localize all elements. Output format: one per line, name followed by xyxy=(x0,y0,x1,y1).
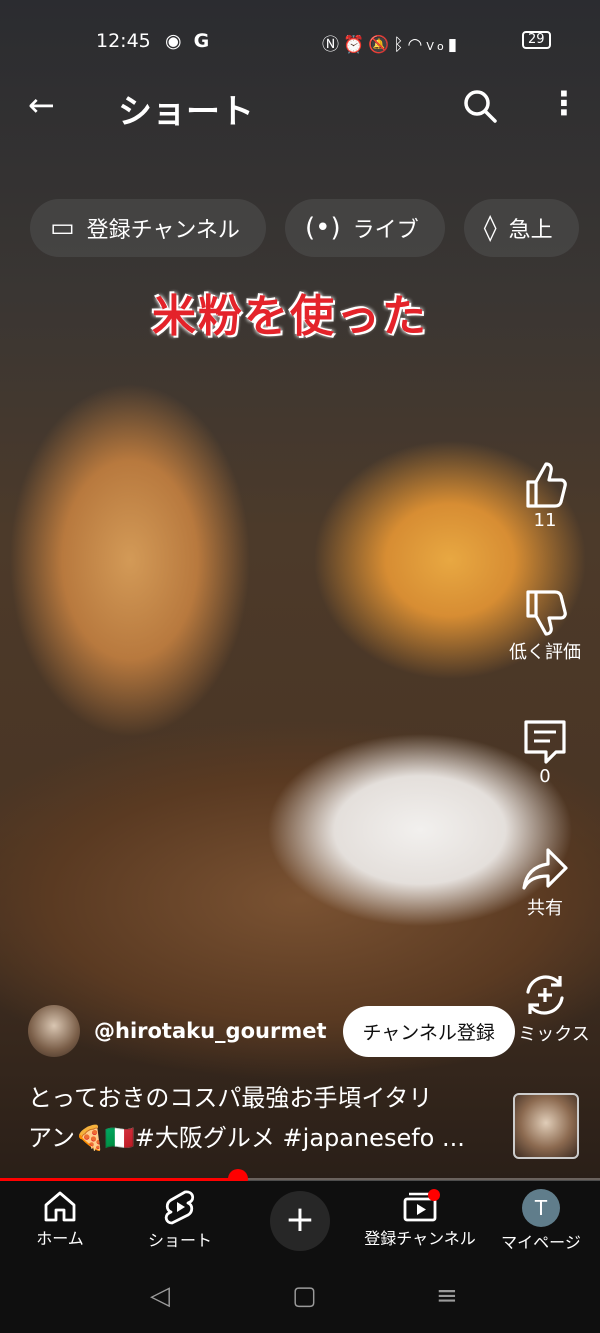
category-chips: ▭ 登録チャンネル (•) ライブ ◊ 急上 xyxy=(30,199,593,259)
notification-dot xyxy=(428,1189,440,1201)
trending-icon: ◊ xyxy=(483,213,497,243)
bluetooth-icon: ᛒ xyxy=(393,35,408,55)
system-home-icon[interactable]: ▢ xyxy=(292,1281,317,1311)
chip-label: ライブ xyxy=(352,218,419,243)
share-button[interactable]: 共有 xyxy=(490,844,600,920)
chip-live[interactable]: (•) ライブ xyxy=(285,199,445,257)
subscriptions-icon: ▭ xyxy=(50,213,75,243)
status-bar: 12:45 ◉ G Ⓝ⏰🔕ᛒ◠Vo▮ 29 xyxy=(0,20,600,60)
chip-label: 登録チャンネル xyxy=(86,218,240,243)
shorts-icon xyxy=(164,1190,195,1225)
create-button[interactable]: + xyxy=(270,1191,330,1251)
chip-subscriptions[interactable]: ▭ 登録チャンネル xyxy=(30,199,266,257)
alarm-icon: ⏰ xyxy=(343,35,369,55)
channel-handle[interactable]: @hirotaku_gourmet xyxy=(94,1019,327,1043)
back-arrow-icon[interactable]: ← xyxy=(28,86,55,124)
battery-icon: 29 xyxy=(522,31,551,49)
nav-home[interactable]: ホーム xyxy=(20,1181,100,1249)
nav-mypage[interactable]: T マイページ xyxy=(496,1181,586,1253)
subscribe-button[interactable]: チャンネル登録 xyxy=(342,1005,515,1057)
channel-row: @hirotaku_gourmet チャンネル登録 xyxy=(28,1004,515,1058)
mute-icon: 🔕 xyxy=(368,35,394,55)
signal-icon: ▮ xyxy=(447,35,462,55)
comment-count: 0 xyxy=(539,766,551,787)
wifi-icon: ◠ xyxy=(407,35,427,55)
chip-label: 急上 xyxy=(508,218,553,243)
nav-subscriptions[interactable]: 登録チャンネル xyxy=(356,1181,484,1249)
dislike-button[interactable]: 低く評価 xyxy=(490,588,600,664)
thumbs-up-icon xyxy=(526,462,567,508)
home-icon xyxy=(44,1191,76,1222)
channel-avatar[interactable] xyxy=(28,1005,80,1057)
nfc-icon: Ⓝ xyxy=(322,35,343,55)
sound-thumbnail[interactable] xyxy=(513,1093,579,1159)
shorts-screen: 12:45 ◉ G Ⓝ⏰🔕ᛒ◠Vo▮ 29 ← ショート ⋮ ▭ 登録チャンネル… xyxy=(0,0,600,1333)
system-navigation: ◁ ▢ ≡ xyxy=(0,1265,600,1333)
top-bar: ← ショート ⋮ xyxy=(0,80,600,136)
nav-home-label: ホーム xyxy=(36,1229,84,1248)
line-app-icon: ◉ xyxy=(165,30,182,52)
chip-trending[interactable]: ◊ 急上 xyxy=(463,199,579,257)
video-description[interactable]: とっておきのコスパ最強お手頃イタリ アン🍕🇮🇹#大阪グルメ #japanesef… xyxy=(28,1078,498,1158)
share-label: 共有 xyxy=(527,898,563,919)
nav-mypage-label: マイページ xyxy=(501,1233,581,1252)
live-icon: (•) xyxy=(305,213,341,243)
nav-shorts[interactable]: ショート xyxy=(138,1181,222,1251)
thumbs-down-icon xyxy=(526,590,567,636)
search-icon[interactable] xyxy=(462,88,498,128)
comment-icon xyxy=(524,720,566,764)
nav-shorts-label: ショート xyxy=(147,1231,212,1250)
description-line-1: とっておきのコスパ最強お手頃イタリ xyxy=(28,1084,433,1112)
user-avatar: T xyxy=(522,1189,560,1227)
dislike-label: 低く評価 xyxy=(509,642,581,663)
plus-icon: + xyxy=(284,1199,316,1240)
nav-subscriptions-label: 登録チャンネル xyxy=(364,1229,476,1248)
more-options-icon[interactable]: ⋮ xyxy=(548,84,580,122)
like-button[interactable]: 11 xyxy=(490,460,600,531)
google-icon: G xyxy=(193,30,210,52)
like-count: 11 xyxy=(533,510,557,531)
system-back-icon[interactable]: ◁ xyxy=(150,1281,170,1311)
system-recents-icon[interactable]: ≡ xyxy=(436,1281,458,1311)
page-title: ショート xyxy=(118,92,254,132)
status-time: 12:45 xyxy=(96,30,151,52)
volte-icon: Vo xyxy=(426,40,448,53)
share-icon xyxy=(522,848,568,890)
status-app-icons: ◉ G xyxy=(165,30,209,52)
comment-button[interactable]: 0 xyxy=(490,716,600,787)
video-caption-overlay: 米粉を使った xyxy=(152,291,428,342)
status-system-icons: Ⓝ⏰🔕ᛒ◠Vo▮ xyxy=(322,30,461,55)
description-line-2: アン🍕🇮🇹#大阪グルメ #japanesefo ... xyxy=(28,1124,465,1152)
bottom-navigation: ホーム ショート + 登録チャンネル T マイページ xyxy=(0,1181,600,1265)
remix-icon xyxy=(526,975,564,1015)
